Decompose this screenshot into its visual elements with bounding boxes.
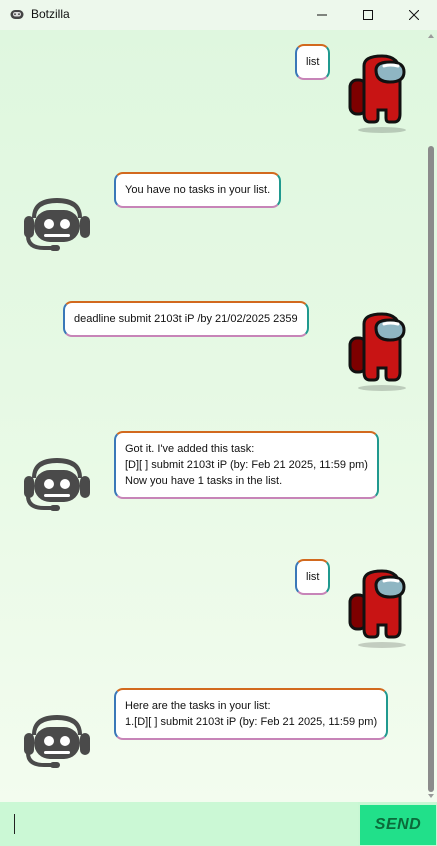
game-controller-icon (10, 10, 24, 19)
message-line: Now you have 1 tasks in the list. (125, 475, 283, 487)
message-text: You have no tasks in your list. (125, 184, 271, 196)
scroll-down-arrow-icon[interactable] (428, 794, 434, 798)
bot-message-bubble: You have no tasks in your list. (114, 172, 282, 208)
maximize-icon (363, 10, 373, 20)
scroll-up-arrow-icon[interactable] (428, 34, 434, 38)
send-button[interactable]: SEND (360, 805, 436, 845)
bot-message-bubble: Here are the tasks in your list: 1.[D][ … (114, 688, 389, 740)
message-text: list (306, 56, 320, 68)
close-icon (409, 10, 419, 20)
app-window: Botzilla list You have no tasks in your … (0, 0, 437, 846)
red-crewmate-icon (348, 312, 406, 391)
red-crewmate-icon (348, 569, 406, 648)
scroll-thumb[interactable] (428, 146, 434, 792)
message-input[interactable] (0, 802, 358, 846)
bot-message-bubble: Got it. I've added this task: [D][ ] sub… (114, 431, 379, 499)
user-message-bubble: list (295, 559, 331, 595)
minimize-button[interactable] (299, 0, 345, 30)
message-line: Got it. I've added this task: (125, 443, 255, 455)
message-line: [D][ ] submit 2103t iP (by: Feb 21 2025,… (125, 459, 368, 471)
chat-scrollbar[interactable] (427, 30, 435, 802)
message-line: 1.[D][ ] submit 2103t iP (by: Feb 21 202… (125, 716, 378, 728)
input-bar: SEND (0, 802, 437, 846)
message-text: list (306, 571, 320, 583)
red-crewmate-icon (348, 54, 406, 133)
chat-area[interactable]: list You have no tasks in your list. dea… (0, 30, 437, 802)
robot-headset-icon (24, 198, 90, 251)
robot-headset-icon (24, 715, 90, 768)
message-text: deadline submit 2103t iP /by 21/02/2025 … (74, 313, 298, 325)
minimize-icon (317, 14, 327, 16)
message-line: Here are the tasks in your list: (125, 700, 271, 712)
robot-headset-icon (24, 458, 90, 511)
user-message-bubble: list (295, 44, 331, 80)
maximize-button[interactable] (345, 0, 391, 30)
close-button[interactable] (391, 0, 437, 30)
window-title: Botzilla (31, 7, 70, 21)
text-caret (14, 814, 15, 834)
user-message-bubble: deadline submit 2103t iP /by 21/02/2025 … (63, 301, 309, 337)
title-bar: Botzilla (0, 0, 437, 30)
